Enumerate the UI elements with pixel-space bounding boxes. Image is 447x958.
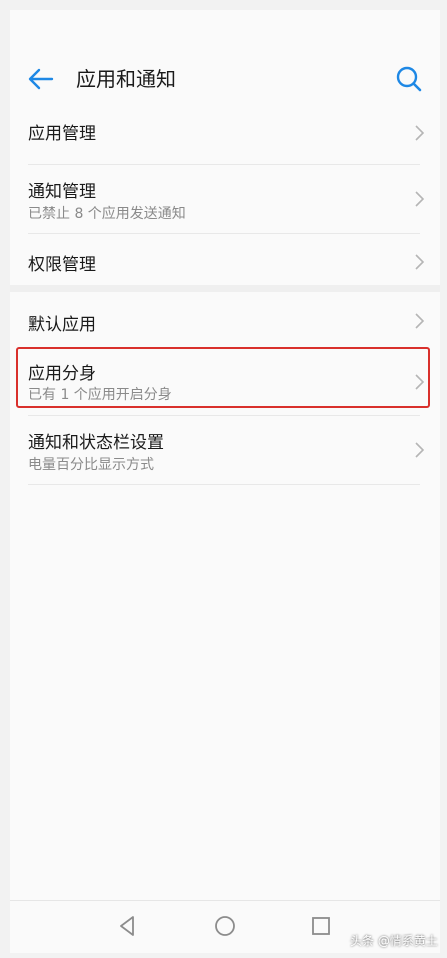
item-title: 默认应用 bbox=[28, 315, 96, 335]
settings-screen: 应用和通知 应用管理 通知管理 已禁止 8 个应用发送通知 权限管理 默认应用 … bbox=[10, 10, 440, 953]
settings-item-notification-management[interactable]: 通知管理 已禁止 8 个应用发送通知 bbox=[28, 165, 425, 234]
item-subtitle: 电量百分比显示方式 bbox=[28, 457, 154, 473]
settings-group-1: 应用管理 通知管理 已禁止 8 个应用发送通知 权限管理 bbox=[10, 102, 440, 290]
chevron-right-icon bbox=[415, 125, 425, 141]
chevron-right-icon bbox=[415, 254, 425, 270]
settings-item-app-twin[interactable]: 应用分身 已有 1 个应用开启分身 bbox=[28, 349, 425, 416]
nav-recents-square-icon[interactable] bbox=[308, 913, 334, 939]
item-title: 应用分身 bbox=[28, 364, 96, 384]
chevron-right-icon bbox=[415, 374, 425, 390]
nav-back-triangle-icon[interactable] bbox=[115, 913, 141, 939]
search-icon[interactable] bbox=[392, 62, 426, 96]
watermark-text: 头条 @情系黄土 bbox=[350, 934, 438, 948]
settings-item-notification-statusbar[interactable]: 通知和状态栏设置 电量百分比显示方式 bbox=[28, 416, 425, 485]
settings-group-2: 默认应用 应用分身 已有 1 个应用开启分身 通知和状态栏设置 电量百分比显示方… bbox=[10, 292, 440, 485]
item-title: 权限管理 bbox=[28, 255, 96, 275]
settings-item-app-management[interactable]: 应用管理 bbox=[28, 102, 425, 165]
item-title: 通知和状态栏设置 bbox=[28, 433, 164, 453]
settings-item-default-apps[interactable]: 默认应用 bbox=[28, 292, 425, 349]
item-title: 应用管理 bbox=[28, 124, 96, 144]
chevron-right-icon bbox=[415, 191, 425, 207]
page-title: 应用和通知 bbox=[76, 67, 176, 91]
settings-item-permission-management[interactable]: 权限管理 bbox=[28, 234, 425, 290]
item-subtitle: 已有 1 个应用开启分身 bbox=[28, 387, 172, 403]
chevron-right-icon bbox=[415, 313, 425, 329]
chevron-right-icon bbox=[415, 442, 425, 458]
item-title: 通知管理 bbox=[28, 182, 96, 202]
nav-home-circle-icon[interactable] bbox=[212, 913, 238, 939]
group-divider bbox=[10, 285, 440, 292]
back-arrow-icon[interactable] bbox=[24, 62, 58, 96]
item-subtitle: 已禁止 8 个应用发送通知 bbox=[28, 206, 186, 222]
